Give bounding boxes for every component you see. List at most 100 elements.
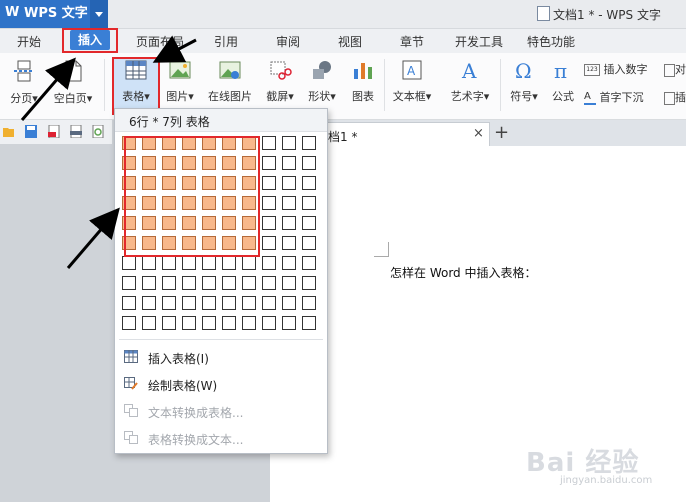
grid-cell[interactable] <box>262 276 276 290</box>
grid-cell[interactable] <box>282 176 296 190</box>
textbox-button[interactable]: A 文本框▾ <box>388 59 436 104</box>
grid-cell[interactable] <box>282 136 296 150</box>
grid-cell[interactable] <box>302 256 316 270</box>
formula-button[interactable]: π 公式 <box>548 59 578 104</box>
grid-cell[interactable] <box>262 156 276 170</box>
grid-cell[interactable] <box>222 256 236 270</box>
chart-button[interactable]: 图表 <box>346 59 380 104</box>
grid-cell[interactable] <box>242 296 256 310</box>
grid-cell[interactable] <box>262 256 276 270</box>
grid-cell[interactable] <box>302 236 316 250</box>
grid-cell[interactable] <box>142 256 156 270</box>
grid-cell[interactable] <box>222 316 236 330</box>
grid-cell[interactable] <box>282 276 296 290</box>
grid-cell[interactable] <box>162 296 176 310</box>
grid-cell[interactable] <box>262 216 276 230</box>
table-picker-header: 6行 * 7列 表格 <box>115 109 327 132</box>
open-folder-icon[interactable] <box>3 125 15 138</box>
grid-cell[interactable] <box>202 276 216 290</box>
tab-home[interactable]: 开始 <box>17 35 41 49</box>
grid-cell[interactable] <box>302 196 316 210</box>
grid-cell[interactable] <box>162 316 176 330</box>
grid-cell[interactable] <box>302 176 316 190</box>
grid-cell[interactable] <box>162 276 176 290</box>
print-icon[interactable] <box>70 125 82 138</box>
grid-cell[interactable] <box>122 296 136 310</box>
tab-view[interactable]: 视图 <box>338 35 362 49</box>
app-menu-button[interactable]: W WPS 文字 <box>0 0 108 28</box>
screenshot-button[interactable]: 截屏▾ <box>262 59 298 104</box>
app-name: WPS 文字 <box>24 6 88 21</box>
grid-cell[interactable] <box>302 316 316 330</box>
drop-cap-button[interactable]: A 首字下沉 <box>584 89 664 105</box>
tab-references[interactable]: 引用 <box>214 35 238 49</box>
grid-cell[interactable] <box>222 276 236 290</box>
grid-cell[interactable] <box>262 196 276 210</box>
tab-section[interactable]: 章节 <box>400 35 424 49</box>
draw-table-menu-item[interactable]: 绘制表格(W) <box>115 371 327 397</box>
online-picture-button[interactable]: 在线图片 <box>204 59 256 104</box>
grid-cell[interactable] <box>142 276 156 290</box>
insert-number-button[interactable]: 123 插入数字 <box>584 61 664 77</box>
grid-cell[interactable] <box>142 296 156 310</box>
insert-table-menu-item[interactable]: 插入表格(I) <box>115 344 327 370</box>
save-icon[interactable] <box>25 125 37 138</box>
grid-cell[interactable] <box>302 216 316 230</box>
grid-cell[interactable] <box>142 316 156 330</box>
tab-page-layout[interactable]: 页面布局 <box>136 35 184 49</box>
document-tab-strip: 档1 * × + <box>326 120 686 147</box>
wordart-button[interactable]: A 艺术字▾ <box>444 59 496 104</box>
grid-cell[interactable] <box>302 156 316 170</box>
grid-cell[interactable] <box>182 296 196 310</box>
grid-cell[interactable] <box>182 256 196 270</box>
grid-cell[interactable] <box>262 136 276 150</box>
close-tab-icon[interactable]: × <box>473 126 484 141</box>
grid-cell[interactable] <box>262 236 276 250</box>
app-dropdown-icon[interactable] <box>90 0 108 28</box>
grid-cell[interactable] <box>202 256 216 270</box>
grid-cell[interactable] <box>242 256 256 270</box>
grid-cell[interactable] <box>222 296 236 310</box>
picture-button[interactable]: 图片▾ <box>160 59 200 104</box>
grid-cell[interactable] <box>282 256 296 270</box>
grid-cell[interactable] <box>302 136 316 150</box>
grid-cell[interactable] <box>262 176 276 190</box>
grid-cell[interactable] <box>282 296 296 310</box>
grid-cell[interactable] <box>282 196 296 210</box>
grid-cell[interactable] <box>202 296 216 310</box>
grid-cell[interactable] <box>122 256 136 270</box>
symbol-button[interactable]: Ω 符号▾ <box>504 59 544 104</box>
tab-review[interactable]: 审阅 <box>276 35 300 49</box>
svg-text:A: A <box>407 64 416 78</box>
object-button[interactable]: 对 <box>664 61 686 77</box>
insert-more-button[interactable]: 插 <box>664 89 686 105</box>
shapes-button[interactable]: 形状▾ <box>304 59 340 104</box>
grid-cell[interactable] <box>302 296 316 310</box>
blank-page-button[interactable]: 空白页▾ <box>48 59 98 106</box>
grid-cell[interactable] <box>242 316 256 330</box>
grid-cell[interactable] <box>202 316 216 330</box>
table-to-text-label: 表格转换成文本... <box>148 433 244 447</box>
grid-cell[interactable] <box>282 236 296 250</box>
grid-cell[interactable] <box>282 316 296 330</box>
print-preview-icon[interactable] <box>92 125 104 138</box>
tab-developer[interactable]: 开发工具 <box>455 35 503 49</box>
grid-cell[interactable] <box>122 316 136 330</box>
grid-cell[interactable] <box>302 276 316 290</box>
grid-cell[interactable] <box>182 316 196 330</box>
document-tab[interactable]: 档1 * × <box>326 122 490 147</box>
tab-special[interactable]: 特色功能 <box>527 35 575 49</box>
page-break-button[interactable]: 分页▾ <box>4 59 44 106</box>
grid-cell[interactable] <box>282 216 296 230</box>
grid-cell[interactable] <box>262 296 276 310</box>
grid-cell[interactable] <box>162 256 176 270</box>
grid-cell[interactable] <box>242 276 256 290</box>
new-tab-icon[interactable]: + <box>494 122 509 143</box>
export-pdf-icon[interactable] <box>48 125 60 138</box>
formula-label: 公式 <box>552 90 574 103</box>
grid-cell[interactable] <box>262 316 276 330</box>
document-text[interactable]: 怎样在 Word 中插入表格： <box>390 264 536 281</box>
grid-cell[interactable] <box>282 156 296 170</box>
grid-cell[interactable] <box>182 276 196 290</box>
grid-cell[interactable] <box>122 276 136 290</box>
